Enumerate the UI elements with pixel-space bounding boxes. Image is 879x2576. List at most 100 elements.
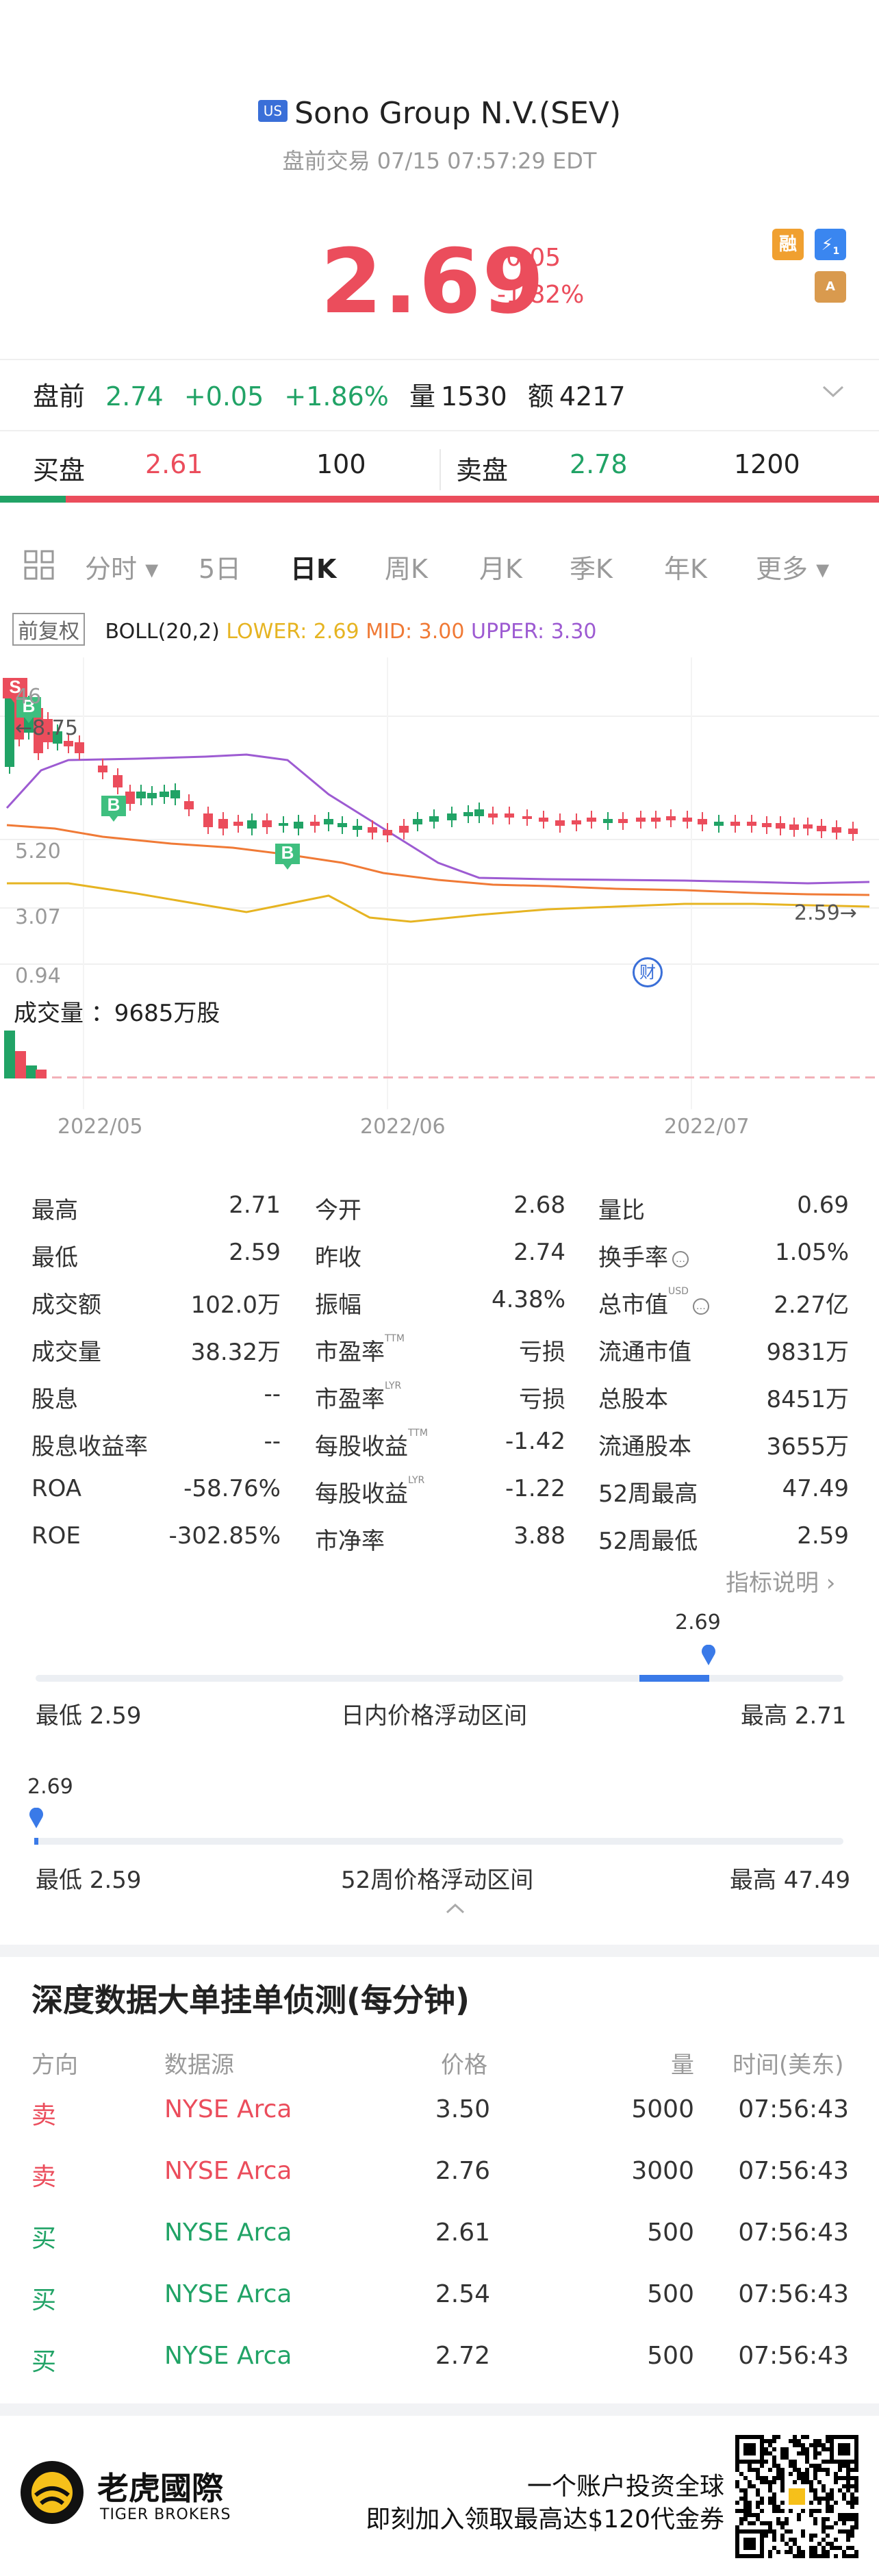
qr-module [760,2476,764,2480]
qr-module [768,2443,772,2447]
qr-module [850,2476,854,2480]
candle-body [136,792,146,798]
boll-lower-line [7,882,870,923]
stat-value: 1.05% [774,1239,849,1266]
volume-bar [233,1076,242,1078]
qr-module [821,2488,826,2492]
tab-quarterly-k[interactable]: 季K [570,548,613,585]
qr-module [764,2439,768,2443]
tab-yearly-k[interactable]: 年K [664,548,707,585]
qr-module [764,2460,768,2464]
qr-module [854,2501,858,2505]
qr-module [817,2542,821,2546]
chevron-up-icon[interactable] [445,1902,466,1917]
volume-bar [549,1076,559,1078]
brand-name-cn: 老虎國際 [97,2470,223,2507]
volume-bar [745,1076,754,1078]
qr-module [743,2488,748,2492]
volume-bar [700,1076,709,1078]
margin-tag-icon[interactable]: 融 [772,229,804,260]
qr-module [826,2554,830,2558]
qr-module [821,2468,826,2472]
qr-module [817,2443,821,2447]
stat-label-text: 量比 [598,1197,645,1224]
qr-module [813,2550,817,2554]
qr-module [768,2484,772,2488]
qr-module [813,2472,817,2476]
qr-module [838,2464,842,2468]
week52-range-high: 最高 47.49 [730,1867,851,1894]
y-tick-label: ←8.75 [15,716,78,740]
premarket-row[interactable]: 盘前 2.74 +0.05 +1.86% 量 1530 额 4217 [33,375,638,413]
candle-body [113,775,123,787]
qr-module [846,2517,850,2521]
candle-body [636,818,646,822]
volume-bar [444,1076,453,1078]
qr-module [834,2476,838,2480]
candle-body [64,741,73,746]
stat-label: 总市值USD… [598,1286,709,1319]
qr-module [789,2538,793,2542]
volume-bar [835,1076,845,1078]
qr-module [739,2488,743,2492]
qr-module [809,2513,813,2517]
qr-module [748,2513,752,2517]
tab-more[interactable]: 更多 ▾ [756,548,829,585]
qr-code-icon[interactable] [735,2435,858,2558]
stat-label-text: 市盈率 [315,1386,385,1413]
grid-icon[interactable] [23,549,55,587]
adjust-toggle[interactable]: 前复权 [12,613,85,646]
qr-module [772,2464,776,2468]
qr-module [813,2455,817,2460]
stat-value: -- [264,1380,281,1408]
indicator-help-link[interactable]: 指标说明 › [726,1564,835,1598]
a-share-tag-icon[interactable]: A [815,271,846,303]
tab-monthly-k[interactable]: 月K [479,548,522,585]
row-qty: 500 [647,2219,694,2247]
candle-body [747,822,756,826]
stat-label-text: 成交量 [31,1339,101,1366]
tab-intraday[interactable]: 分时 ▾ [85,548,158,585]
qr-module [768,2468,772,2472]
qr-module [821,2460,826,2464]
price-change-pct: -1.82% [497,281,585,309]
finance-event-icon[interactable]: 财 [633,957,663,987]
qr-module [813,2439,817,2443]
qr-module [834,2554,838,2558]
chevron-down-icon[interactable] [821,378,845,404]
kline-chart[interactable]: SBBB [0,657,879,1109]
qr-module [846,2476,850,2480]
qr-module [785,2542,789,2546]
boll-label[interactable]: BOLL(20,2) [105,620,220,644]
volume-bar [293,1076,303,1078]
ask-label: 卖盘 [456,455,509,485]
tab-weekly-k[interactable]: 周K [385,548,428,585]
qr-module [826,2439,830,2443]
volume-bar [790,1076,800,1078]
stat-label-text: 52周最高 [598,1480,698,1508]
qr-module [748,2501,752,2505]
qr-module [813,2468,817,2472]
info-icon[interactable]: … [672,1250,689,1267]
promo-line-1: 一个账户投资全球 [526,2473,724,2501]
flash-tag-icon[interactable]: ⚡1 [815,229,846,260]
tab-5day[interactable]: 5日 [199,548,241,585]
qr-module [826,2509,830,2513]
qr-module [850,2492,854,2497]
day-range-current: 2.69 [675,1611,721,1634]
qr-module [809,2484,813,2488]
info-icon[interactable]: … [692,1298,709,1315]
qr-module [768,2525,772,2529]
qr-module [805,2468,809,2472]
qr-module [846,2488,850,2492]
qr-module [735,2525,739,2529]
qr-module [793,2480,797,2484]
volume-bar [52,1076,62,1078]
volume-bar [474,1076,483,1078]
tab-daily-k[interactable]: 日K [290,548,336,585]
stat-label: 昨收 [315,1239,361,1272]
qr-module [797,2517,801,2521]
candle-body [522,816,532,819]
row-time: 07:56:43 [738,2342,849,2370]
boll-lower: LOWER: 2.69 [226,620,359,644]
